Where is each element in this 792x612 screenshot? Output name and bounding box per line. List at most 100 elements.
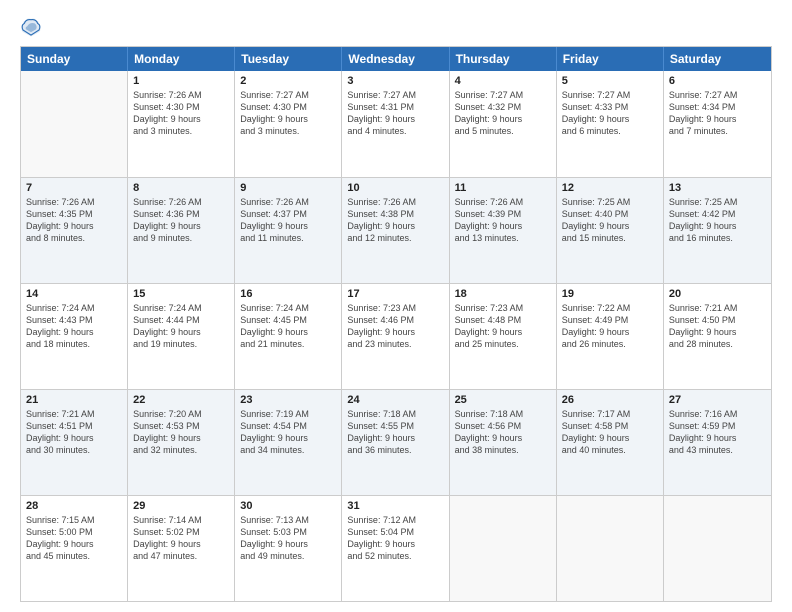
cal-cell-day-14: 14Sunrise: 7:24 AM Sunset: 4:43 PM Dayli…	[21, 284, 128, 389]
cal-cell-day-7: 7Sunrise: 7:26 AM Sunset: 4:35 PM Daylig…	[21, 178, 128, 283]
day-info: Sunrise: 7:22 AM Sunset: 4:49 PM Dayligh…	[562, 302, 658, 351]
day-number: 21	[26, 394, 122, 406]
cal-header-monday: Monday	[128, 47, 235, 71]
cal-cell-day-16: 16Sunrise: 7:24 AM Sunset: 4:45 PM Dayli…	[235, 284, 342, 389]
cal-cell-day-30: 30 Sunrise: 7:13 AM Sunset: 5:03 PM Dayli…	[235, 496, 342, 601]
cal-cell-day-1: 1Sunrise: 7:26 AM Sunset: 4:30 PM Daylig…	[128, 71, 235, 177]
cal-cell-day-17: 17Sunrise: 7:23 AM Sunset: 4:46 PM Dayli…	[342, 284, 449, 389]
day-number: 7	[26, 182, 122, 194]
day-number: 24	[347, 394, 443, 406]
cal-cell-day-6: 6 Sunrise: 7:27 AM Sunset: 4:34 PM Daylig…	[664, 71, 771, 177]
day-number: 14	[26, 288, 122, 300]
cal-cell-empty	[450, 496, 557, 601]
day-number: 12	[562, 182, 658, 194]
cal-cell-day-10: 10 Sunrise: 7:26 AM Sunset: 4:38 PM Dayli…	[342, 178, 449, 283]
day-number: 5	[562, 75, 658, 87]
day-number: 9	[240, 182, 336, 194]
cal-cell-day-31: 31 Sunrise: 7:12 AM Sunset: 5:04 PM Dayli…	[342, 496, 449, 601]
day-info: Sunrise: 7:18 AM Sunset: 4:56 PM Dayligh…	[455, 408, 551, 457]
cal-cell-day-29: 29Sunrise: 7:14 AM Sunset: 5:02 PM Dayli…	[128, 496, 235, 601]
day-number: 28	[26, 500, 122, 512]
day-info: Sunrise: 7:27 AM Sunset: 4:33 PM Dayligh…	[562, 89, 658, 138]
day-number: 4	[455, 75, 551, 87]
cal-cell-day-24: 24Sunrise: 7:18 AM Sunset: 4:55 PM Dayli…	[342, 390, 449, 495]
day-info: Sunrise: 7:26 AM Sunset: 4:39 PM Dayligh…	[455, 196, 551, 245]
day-info: Sunrise: 7:27 AM Sunset: 4:34 PM Dayligh…	[669, 89, 766, 138]
day-info: Sunrise: 7:16 AM Sunset: 4:59 PM Dayligh…	[669, 408, 766, 457]
day-info: Sunrise: 7:15 AM Sunset: 5:00 PM Dayligh…	[26, 514, 122, 563]
day-number: 31	[347, 500, 443, 512]
cal-row-2: 7Sunrise: 7:26 AM Sunset: 4:35 PM Daylig…	[21, 177, 771, 283]
header	[20, 16, 772, 38]
day-info: Sunrise: 7:24 AM Sunset: 4:44 PM Dayligh…	[133, 302, 229, 351]
cal-cell-day-2: 2 Sunrise: 7:27 AM Sunset: 4:30 PM Daylig…	[235, 71, 342, 177]
day-info: Sunrise: 7:24 AM Sunset: 4:45 PM Dayligh…	[240, 302, 336, 351]
day-info: Sunrise: 7:12 AM Sunset: 5:04 PM Dayligh…	[347, 514, 443, 563]
cal-cell-day-9: 9 Sunrise: 7:26 AM Sunset: 4:37 PM Daylig…	[235, 178, 342, 283]
day-info: Sunrise: 7:14 AM Sunset: 5:02 PM Dayligh…	[133, 514, 229, 563]
day-number: 6	[669, 75, 766, 87]
cal-cell-day-20: 20Sunrise: 7:21 AM Sunset: 4:50 PM Dayli…	[664, 284, 771, 389]
day-number: 27	[669, 394, 766, 406]
cal-cell-day-19: 19 Sunrise: 7:22 AM Sunset: 4:49 PM Dayli…	[557, 284, 664, 389]
day-info: Sunrise: 7:23 AM Sunset: 4:48 PM Dayligh…	[455, 302, 551, 351]
cal-cell-day-5: 5 Sunrise: 7:27 AM Sunset: 4:33 PM Daylig…	[557, 71, 664, 177]
day-info: Sunrise: 7:17 AM Sunset: 4:58 PM Dayligh…	[562, 408, 658, 457]
cal-header-sunday: Sunday	[21, 47, 128, 71]
cal-cell-empty	[557, 496, 664, 601]
cal-cell-day-22: 22 Sunrise: 7:20 AM Sunset: 4:53 PM Dayli…	[128, 390, 235, 495]
cal-cell-day-21: 21Sunrise: 7:21 AM Sunset: 4:51 PM Dayli…	[21, 390, 128, 495]
day-number: 2	[240, 75, 336, 87]
day-info: Sunrise: 7:21 AM Sunset: 4:50 PM Dayligh…	[669, 302, 766, 351]
cal-cell-day-28: 28 Sunrise: 7:15 AM Sunset: 5:00 PM Dayli…	[21, 496, 128, 601]
day-info: Sunrise: 7:26 AM Sunset: 4:38 PM Dayligh…	[347, 196, 443, 245]
day-number: 10	[347, 182, 443, 194]
cal-cell-day-27: 27 Sunrise: 7:16 AM Sunset: 4:59 PM Dayli…	[664, 390, 771, 495]
day-info: Sunrise: 7:23 AM Sunset: 4:46 PM Dayligh…	[347, 302, 443, 351]
day-info: Sunrise: 7:27 AM Sunset: 4:30 PM Dayligh…	[240, 89, 336, 138]
day-number: 19	[562, 288, 658, 300]
cal-header-friday: Friday	[557, 47, 664, 71]
calendar-body: 1Sunrise: 7:26 AM Sunset: 4:30 PM Daylig…	[21, 71, 771, 601]
day-number: 13	[669, 182, 766, 194]
day-info: Sunrise: 7:13 AM Sunset: 5:03 PM Dayligh…	[240, 514, 336, 563]
cal-cell-day-4: 4 Sunrise: 7:27 AM Sunset: 4:32 PM Daylig…	[450, 71, 557, 177]
day-number: 18	[455, 288, 551, 300]
calendar-header: SundayMondayTuesdayWednesdayThursdayFrid…	[21, 47, 771, 71]
cal-cell-empty	[21, 71, 128, 177]
cal-cell-day-8: 8 Sunrise: 7:26 AM Sunset: 4:36 PM Daylig…	[128, 178, 235, 283]
page: SundayMondayTuesdayWednesdayThursdayFrid…	[0, 0, 792, 612]
day-info: Sunrise: 7:20 AM Sunset: 4:53 PM Dayligh…	[133, 408, 229, 457]
cal-header-thursday: Thursday	[450, 47, 557, 71]
day-number: 1	[133, 75, 229, 87]
day-number: 30	[240, 500, 336, 512]
day-number: 8	[133, 182, 229, 194]
cal-row-4: 21Sunrise: 7:21 AM Sunset: 4:51 PM Dayli…	[21, 389, 771, 495]
day-info: Sunrise: 7:19 AM Sunset: 4:54 PM Dayligh…	[240, 408, 336, 457]
day-number: 22	[133, 394, 229, 406]
logo	[20, 16, 46, 38]
logo-icon	[20, 16, 42, 38]
cal-cell-day-25: 25Sunrise: 7:18 AM Sunset: 4:56 PM Dayli…	[450, 390, 557, 495]
cal-header-tuesday: Tuesday	[235, 47, 342, 71]
cal-cell-day-26: 26 Sunrise: 7:17 AM Sunset: 4:58 PM Dayli…	[557, 390, 664, 495]
cal-cell-day-3: 3 Sunrise: 7:27 AM Sunset: 4:31 PM Daylig…	[342, 71, 449, 177]
day-info: Sunrise: 7:27 AM Sunset: 4:31 PM Dayligh…	[347, 89, 443, 138]
day-number: 23	[240, 394, 336, 406]
day-info: Sunrise: 7:26 AM Sunset: 4:37 PM Dayligh…	[240, 196, 336, 245]
calendar: SundayMondayTuesdayWednesdayThursdayFrid…	[20, 46, 772, 602]
day-info: Sunrise: 7:25 AM Sunset: 4:40 PM Dayligh…	[562, 196, 658, 245]
cal-cell-day-11: 11 Sunrise: 7:26 AM Sunset: 4:39 PM Dayli…	[450, 178, 557, 283]
cal-header-saturday: Saturday	[664, 47, 771, 71]
day-number: 3	[347, 75, 443, 87]
cal-row-1: 1Sunrise: 7:26 AM Sunset: 4:30 PM Daylig…	[21, 71, 771, 177]
day-number: 15	[133, 288, 229, 300]
cal-row-5: 28 Sunrise: 7:15 AM Sunset: 5:00 PM Dayli…	[21, 495, 771, 601]
day-number: 26	[562, 394, 658, 406]
day-info: Sunrise: 7:27 AM Sunset: 4:32 PM Dayligh…	[455, 89, 551, 138]
day-info: Sunrise: 7:26 AM Sunset: 4:36 PM Dayligh…	[133, 196, 229, 245]
day-info: Sunrise: 7:25 AM Sunset: 4:42 PM Dayligh…	[669, 196, 766, 245]
day-number: 11	[455, 182, 551, 194]
cal-cell-day-13: 13 Sunrise: 7:25 AM Sunset: 4:42 PM Dayli…	[664, 178, 771, 283]
cal-cell-day-12: 12 Sunrise: 7:25 AM Sunset: 4:40 PM Dayli…	[557, 178, 664, 283]
